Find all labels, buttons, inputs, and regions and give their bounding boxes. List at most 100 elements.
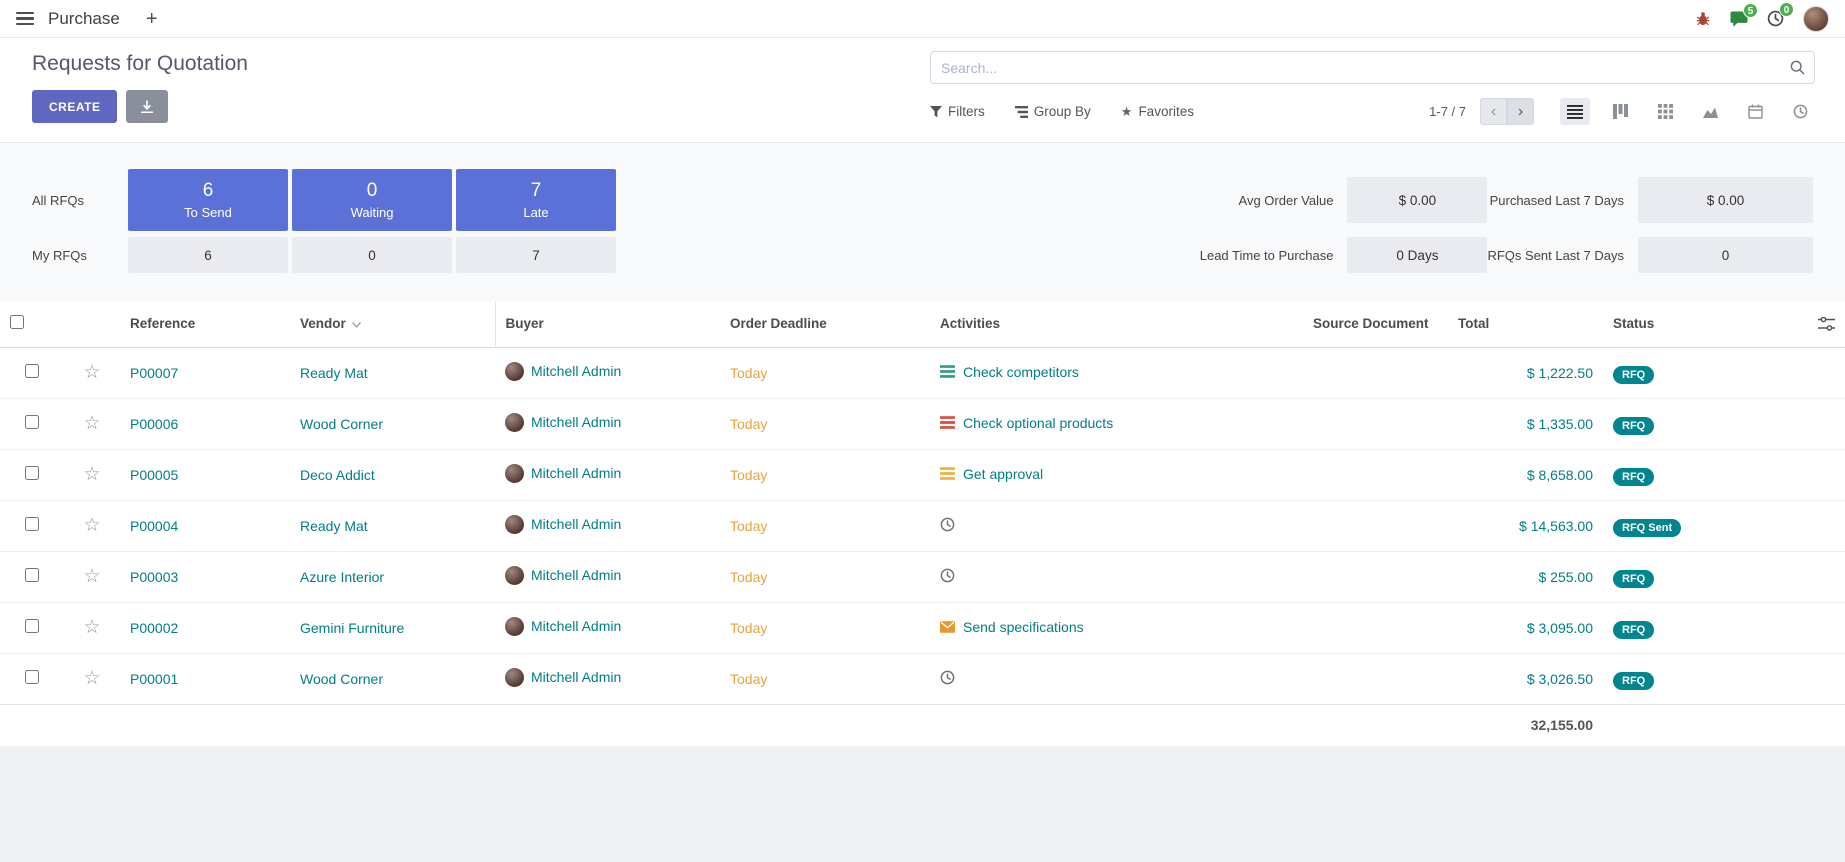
favorite-star-icon[interactable] <box>83 515 100 536</box>
reference-link[interactable]: P00005 <box>130 467 178 483</box>
order-deadline-value[interactable]: Today <box>730 365 767 381</box>
table-row[interactable]: P00001 Wood Corner Mitchell Admin Today … <box>0 653 1845 704</box>
activity-link[interactable]: Check competitors <box>963 364 1079 380</box>
activity-link[interactable]: Get approval <box>963 466 1043 482</box>
buyer-link[interactable]: Mitchell Admin <box>531 567 621 583</box>
activity-cell[interactable] <box>940 670 963 685</box>
reference-link[interactable]: P00004 <box>130 518 178 534</box>
row-checkbox[interactable] <box>25 670 39 684</box>
favorite-star-icon[interactable] <box>83 362 100 383</box>
column-header-vendor[interactable]: Vendor <box>290 301 495 347</box>
favorite-star-icon[interactable] <box>83 464 100 485</box>
favorite-star-icon[interactable] <box>83 413 100 434</box>
export-button[interactable] <box>126 90 168 123</box>
messages-badge: 5 <box>1743 3 1758 18</box>
activity-cell[interactable]: Send specifications <box>940 619 1084 635</box>
app-name[interactable]: Purchase <box>48 9 120 29</box>
search-input[interactable] <box>930 51 1815 84</box>
select-all-checkbox[interactable] <box>10 315 24 329</box>
kpi-my-waiting[interactable]: 0 <box>292 237 452 273</box>
favorite-star-icon[interactable] <box>83 566 100 587</box>
optional-columns-icon[interactable] <box>1818 317 1835 331</box>
kpi-late[interactable]: 7 Late <box>456 169 616 231</box>
buyer-link[interactable]: Mitchell Admin <box>531 618 621 634</box>
activity-cell[interactable]: Check competitors <box>940 364 1079 380</box>
column-header-order-deadline[interactable]: Order Deadline <box>720 301 930 347</box>
favorites-button[interactable]: Favorites <box>1121 104 1194 120</box>
activity-cell[interactable] <box>940 517 963 532</box>
activity-link[interactable]: Check optional products <box>963 415 1113 431</box>
kanban-view-icon[interactable] <box>1605 98 1635 125</box>
kpi-waiting[interactable]: 0 Waiting <box>292 169 452 231</box>
activity-clock-icon[interactable]: 0 <box>1767 10 1784 27</box>
vendor-link[interactable]: Wood Corner <box>300 416 383 432</box>
buyer-link[interactable]: Mitchell Admin <box>531 669 621 685</box>
row-checkbox[interactable] <box>25 517 39 531</box>
order-deadline-value[interactable]: Today <box>730 416 767 432</box>
user-avatar[interactable] <box>1803 6 1829 32</box>
reference-link[interactable]: P00006 <box>130 416 178 432</box>
bug-icon[interactable] <box>1695 11 1711 27</box>
search-icon[interactable] <box>1790 60 1805 75</box>
activity-link[interactable]: Send specifications <box>963 619 1084 635</box>
column-header-activities[interactable]: Activities <box>930 301 1303 347</box>
rfqs-sent-last-7-days-label: RFQs Sent Last 7 Days <box>1487 248 1638 263</box>
table-row[interactable]: P00003 Azure Interior Mitchell Admin Tod… <box>0 551 1845 602</box>
order-deadline-value[interactable]: Today <box>730 518 767 534</box>
row-checkbox[interactable] <box>25 364 39 378</box>
reference-link[interactable]: P00002 <box>130 620 178 636</box>
plus-icon[interactable] <box>146 9 158 29</box>
kpi-my-to-send[interactable]: 6 <box>128 237 288 273</box>
buyer-link[interactable]: Mitchell Admin <box>531 465 621 481</box>
table-row[interactable]: P00007 Ready Mat Mitchell Admin Today Ch… <box>0 347 1845 398</box>
table-row[interactable]: P00006 Wood Corner Mitchell Admin Today … <box>0 398 1845 449</box>
favorite-star-icon[interactable] <box>83 668 100 689</box>
vendor-link[interactable]: Azure Interior <box>300 569 384 585</box>
vendor-link[interactable]: Gemini Furniture <box>300 620 404 636</box>
order-deadline-value[interactable]: Today <box>730 620 767 636</box>
table-row[interactable]: P00002 Gemini Furniture Mitchell Admin T… <box>0 602 1845 653</box>
buyer-link[interactable]: Mitchell Admin <box>531 414 621 430</box>
column-header-buyer[interactable]: Buyer <box>495 301 720 347</box>
activity-cell[interactable]: Get approval <box>940 466 1043 482</box>
column-header-total[interactable]: Total <box>1448 301 1603 347</box>
row-checkbox[interactable] <box>25 568 39 582</box>
table-row[interactable]: P00005 Deco Addict Mitchell Admin Today … <box>0 449 1845 500</box>
activity-cell[interactable]: Check optional products <box>940 415 1113 431</box>
order-deadline-value[interactable]: Today <box>730 467 767 483</box>
list-view-icon[interactable] <box>1560 98 1590 125</box>
reference-link[interactable]: P00007 <box>130 365 178 381</box>
column-header-status[interactable]: Status <box>1603 301 1753 347</box>
vendor-link[interactable]: Deco Addict <box>300 467 375 483</box>
table-row[interactable]: P00004 Ready Mat Mitchell Admin Today $ … <box>0 500 1845 551</box>
messages-icon[interactable]: 5 <box>1730 11 1748 27</box>
group-by-button[interactable]: Group By <box>1015 104 1091 119</box>
order-deadline-value[interactable]: Today <box>730 671 767 687</box>
row-checkbox[interactable] <box>25 466 39 480</box>
vendor-link[interactable]: Ready Mat <box>300 518 368 534</box>
pivot-view-icon[interactable] <box>1650 98 1680 125</box>
buyer-link[interactable]: Mitchell Admin <box>531 516 621 532</box>
column-header-reference[interactable]: Reference <box>120 301 290 347</box>
column-header-source-document[interactable]: Source Document <box>1303 301 1448 347</box>
order-deadline-value[interactable]: Today <box>730 569 767 585</box>
reference-link[interactable]: P00003 <box>130 569 178 585</box>
activity-view-icon[interactable] <box>1785 98 1815 125</box>
graph-view-icon[interactable] <box>1695 98 1725 125</box>
kpi-my-late[interactable]: 7 <box>456 237 616 273</box>
pager-previous-button[interactable] <box>1480 98 1507 125</box>
vendor-link[interactable]: Ready Mat <box>300 365 368 381</box>
apps-menu-icon[interactable] <box>16 12 34 25</box>
row-checkbox[interactable] <box>25 415 39 429</box>
vendor-link[interactable]: Wood Corner <box>300 671 383 687</box>
filters-button[interactable]: Filters <box>930 104 985 119</box>
calendar-view-icon[interactable] <box>1740 98 1770 125</box>
activity-cell[interactable] <box>940 568 963 583</box>
pager-next-button[interactable] <box>1507 98 1534 125</box>
row-checkbox[interactable] <box>25 619 39 633</box>
kpi-to-send[interactable]: 6 To Send <box>128 169 288 231</box>
reference-link[interactable]: P00001 <box>130 671 178 687</box>
create-button[interactable]: CREATE <box>32 90 117 123</box>
buyer-link[interactable]: Mitchell Admin <box>531 363 621 379</box>
favorite-star-icon[interactable] <box>83 617 100 638</box>
